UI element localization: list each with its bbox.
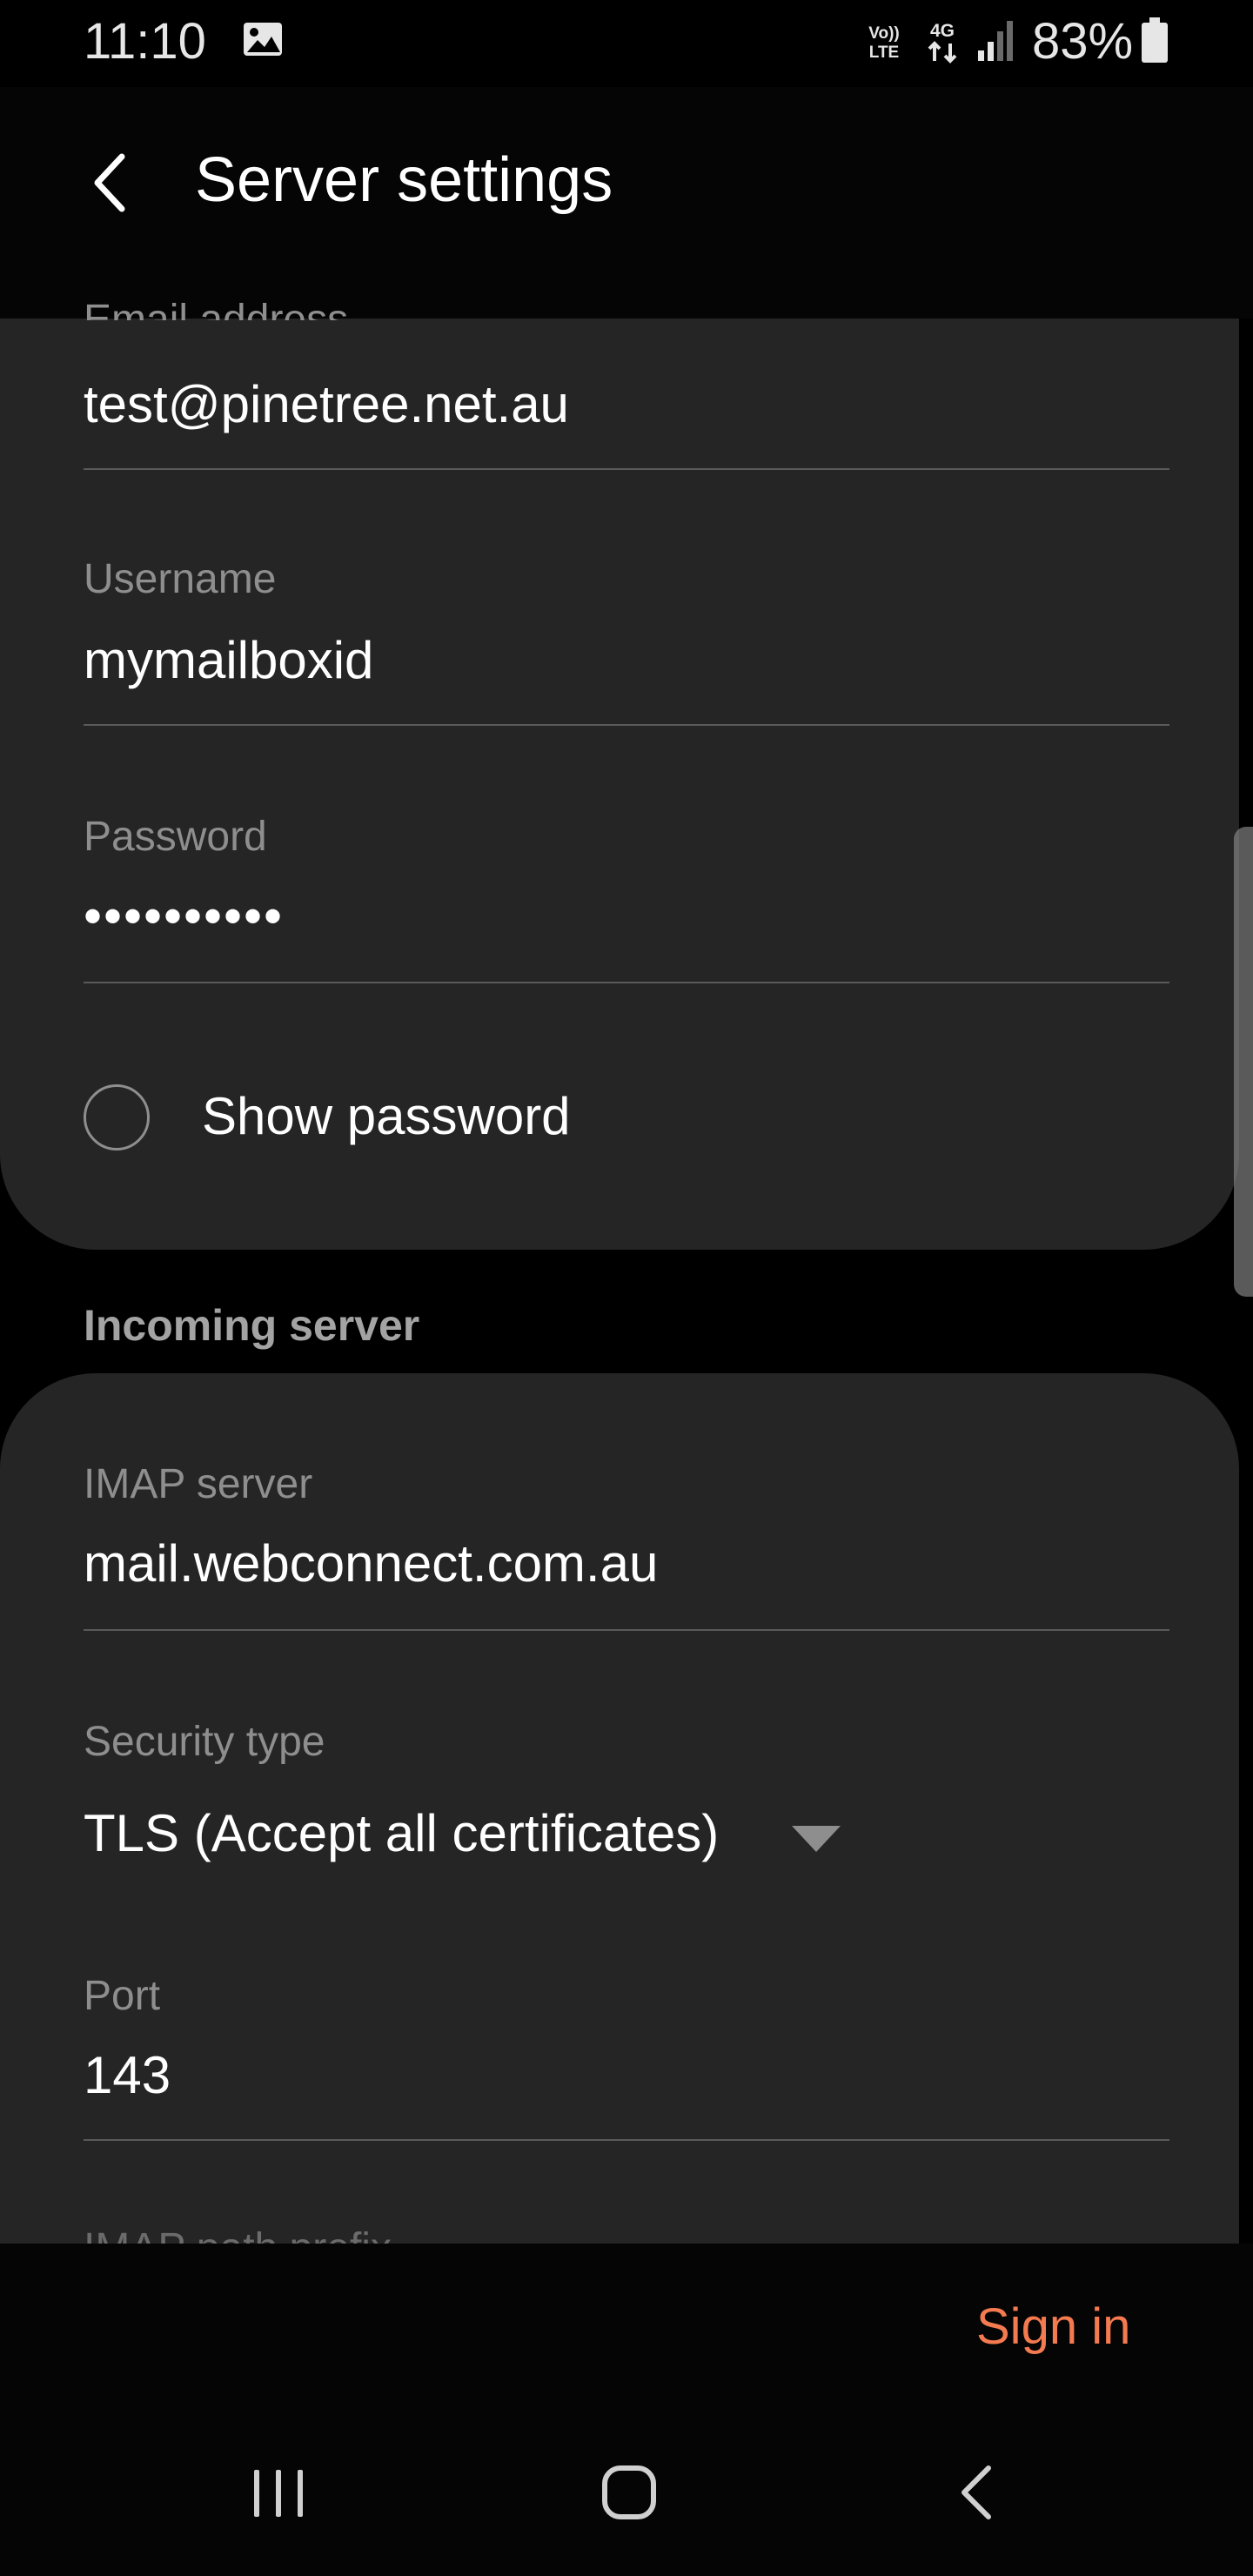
svg-text:LTE: LTE <box>869 44 899 62</box>
show-password-radio[interactable] <box>84 1084 150 1150</box>
show-password-label[interactable]: Show password <box>202 1086 571 1146</box>
page-title: Server settings <box>195 145 613 215</box>
volte-icon: Vo)) LTE <box>868 24 900 62</box>
imap-divider <box>84 1629 1169 1631</box>
signal-strength-icon <box>978 21 1013 61</box>
security-type-dropdown[interactable]: TLS (Accept all certificates) <box>84 1803 719 1863</box>
username-divider <box>84 724 1169 726</box>
battery-icon <box>1142 17 1168 63</box>
home-icon[interactable] <box>600 2463 658 2522</box>
password-label: Password <box>84 814 267 860</box>
username-field[interactable]: mymailboxid <box>84 630 373 690</box>
battery-percent: 83% <box>1032 13 1134 70</box>
bottom-action-bar <box>0 2244 1253 2576</box>
gallery-notification-icon <box>244 23 282 56</box>
username-label: Username <box>84 556 277 602</box>
app-bar <box>0 87 1253 319</box>
port-field[interactable]: 143 <box>84 2045 171 2105</box>
password-divider <box>84 982 1169 983</box>
nav-back-icon[interactable] <box>957 2463 995 2522</box>
imap-server-field[interactable]: mail.webconnect.com.au <box>84 1533 658 1593</box>
network-4g-icon: 4G <box>928 21 957 64</box>
scrollbar-handle[interactable] <box>1234 827 1253 1297</box>
sign-in-button[interactable]: Sign in <box>976 2298 1130 2356</box>
email-label: Email address <box>84 297 349 320</box>
svg-text:4G: 4G <box>930 21 955 41</box>
back-arrow-icon[interactable] <box>84 148 136 218</box>
incoming-server-header: Incoming server <box>84 1301 420 1350</box>
email-field[interactable]: test@pinetree.net.au <box>84 374 569 434</box>
port-divider <box>84 2139 1169 2141</box>
status-time: 11:10 <box>84 13 206 70</box>
security-type-label: Security type <box>84 1719 325 1765</box>
port-label: Port <box>84 1973 161 2019</box>
account-card <box>0 319 1239 1250</box>
dropdown-caret-icon[interactable] <box>792 1826 841 1852</box>
imap-server-label: IMAP server <box>84 1461 313 1507</box>
password-field[interactable]: •••••••••• <box>84 886 284 946</box>
svg-text:Vo)): Vo)) <box>868 24 900 43</box>
email-divider <box>84 468 1169 470</box>
recent-apps-icon[interactable] <box>251 2466 306 2520</box>
